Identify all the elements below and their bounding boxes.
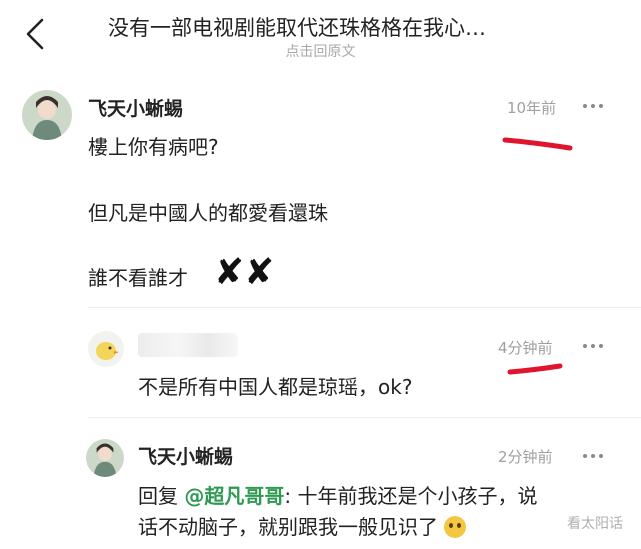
reply-text-line: 回复 @超凡哥哥: 十年前我还是个小孩子，说 — [138, 480, 537, 509]
censor-cross-mark: ✘✘ — [214, 252, 275, 293]
view-original-link[interactable]: 点击回原文 — [0, 41, 641, 61]
comment-time: 2分钟前 — [498, 448, 553, 466]
grin-emoji-icon — [444, 516, 467, 538]
avatar[interactable] — [86, 439, 124, 477]
comment-text-line: 但凡是中國人的都愛看還珠 — [88, 201, 328, 225]
blurred-username — [138, 333, 238, 357]
page-title: 没有一部电视剧能取代还珠格格在我心… — [108, 16, 486, 40]
red-underline-annotation — [502, 137, 573, 151]
red-underline-annotation — [507, 363, 563, 375]
comment-author[interactable]: 飞天小蜥蜴 — [138, 442, 233, 469]
more-options-button[interactable] — [583, 341, 607, 351]
more-options-button[interactable] — [583, 451, 607, 461]
reply-text: : 十年前我还是个小孩子，说 — [284, 484, 538, 508]
comment-time: 10年前 — [507, 99, 557, 117]
avatar[interactable] — [22, 90, 72, 140]
comment-time: 4分钟前 — [498, 339, 553, 357]
avatar-chick-icon — [88, 331, 124, 367]
reply-text-line: 话不动脑子，就别跟我一般见识了 — [138, 511, 467, 540]
top-bar: 没有一部电视剧能取代还珠格格在我心… 点击回原文 — [0, 0, 641, 72]
avatar-portrait-icon — [86, 439, 124, 477]
comment-text-line: 樓上你有病吧? — [88, 135, 219, 159]
avatar[interactable] — [88, 331, 124, 367]
comment-author[interactable]: 飞天小蜥蜴 — [88, 94, 183, 121]
comment-text: 不是所有中国人都是琼瑶，ok? — [138, 375, 413, 399]
mention-link[interactable]: @超凡哥哥 — [184, 484, 284, 508]
avatar-portrait-icon — [22, 90, 72, 140]
comment-text-line: 誰不看誰才 — [88, 266, 188, 290]
reply-text: 话不动脑子，就别跟我一般见识了 — [138, 515, 438, 539]
more-options-button[interactable] — [583, 101, 607, 111]
reply-prefix: 回复 — [138, 484, 185, 508]
divider — [88, 417, 641, 418]
divider — [88, 307, 641, 308]
watermark: 看太阳话 — [567, 516, 623, 532]
